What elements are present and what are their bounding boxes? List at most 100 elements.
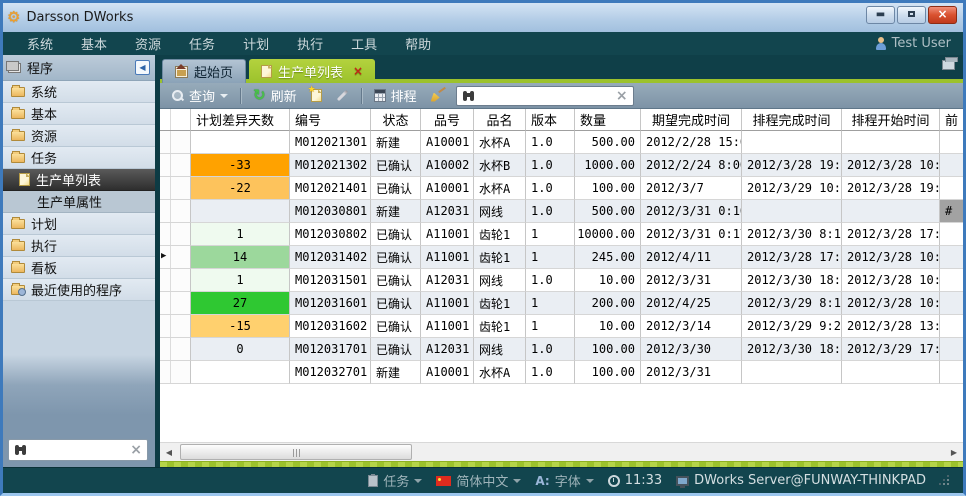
cell-expected-finish-time[interactable]: 2012/3/31 0:17 bbox=[641, 223, 742, 246]
cell-expected-finish-time[interactable]: 2012/3/14 bbox=[641, 315, 742, 338]
sidebar-item-4[interactable]: 生产单列表 bbox=[3, 169, 155, 191]
column-header-quantity[interactable]: 数量 bbox=[575, 109, 641, 131]
cell-extra[interactable] bbox=[940, 246, 963, 269]
cell-quantity[interactable]: 1000.00 bbox=[575, 154, 641, 177]
cell-item-name[interactable]: 齿轮1 bbox=[474, 246, 526, 269]
column-header-version[interactable]: 版本 bbox=[526, 109, 575, 131]
tab-overflow-icon[interactable] bbox=[942, 60, 955, 70]
table-row[interactable]: 27M012031601已确认A11001齿轮11200.002012/4/25… bbox=[160, 292, 963, 315]
minimize-button[interactable]: ▬ bbox=[866, 6, 895, 24]
cell-extra[interactable] bbox=[940, 315, 963, 338]
cell-schedule-finish-time[interactable]: 2012/3/29 10:20 bbox=[742, 177, 842, 200]
cell-quantity[interactable]: 100.00 bbox=[575, 338, 641, 361]
sidebar-item-5[interactable]: 生产单属性 bbox=[3, 191, 155, 213]
cell-order-no[interactable]: M012031402 bbox=[290, 246, 371, 269]
sidebar-item-3[interactable]: 任务 bbox=[3, 147, 155, 169]
cell-plan-diff-days[interactable]: 1 bbox=[191, 223, 290, 246]
refresh-button[interactable]: ↻ 刷新 bbox=[249, 84, 301, 107]
cell-order-no[interactable]: M012031501 bbox=[290, 269, 371, 292]
column-header-order-no[interactable]: 编号 bbox=[290, 109, 371, 131]
cell-item-name[interactable]: 水杯A bbox=[474, 361, 526, 384]
cell-item-no[interactable]: A10001 bbox=[421, 177, 474, 200]
cell-item-no[interactable]: A11001 bbox=[421, 315, 474, 338]
horizontal-scrollbar[interactable]: ◀ ▶ bbox=[160, 442, 963, 461]
cell-schedule-finish-time[interactable]: 2012/3/29 9:20 bbox=[742, 315, 842, 338]
cell-schedule-start-time[interactable] bbox=[842, 361, 940, 384]
cell-item-no[interactable]: A10002 bbox=[421, 154, 474, 177]
cell-schedule-finish-time[interactable] bbox=[742, 200, 842, 223]
cell-expected-finish-time[interactable]: 2012/3/7 bbox=[641, 177, 742, 200]
sidebar-item-7[interactable]: 执行 bbox=[3, 235, 155, 257]
cell-extra[interactable] bbox=[940, 177, 963, 200]
cell-version[interactable]: 1.0 bbox=[526, 361, 575, 384]
cell-expected-finish-time[interactable]: 2012/3/30 bbox=[641, 338, 742, 361]
cell-plan-diff-days[interactable]: -22 bbox=[191, 177, 290, 200]
column-header-row-header[interactable] bbox=[160, 109, 191, 131]
cell-extra[interactable] bbox=[940, 292, 963, 315]
cell-version[interactable]: 1.0 bbox=[526, 338, 575, 361]
cell-version[interactable]: 1 bbox=[526, 246, 575, 269]
status-language-dropdown[interactable]: 简体中文 bbox=[436, 471, 521, 490]
table-search-input[interactable] bbox=[480, 88, 612, 104]
sidebar-search-input[interactable] bbox=[28, 442, 130, 458]
sidebar-item-8[interactable]: 看板 bbox=[3, 257, 155, 279]
cell-item-no[interactable]: A12031 bbox=[421, 269, 474, 292]
cell-order-no[interactable]: M012031701 bbox=[290, 338, 371, 361]
cell-version[interactable]: 1 bbox=[526, 315, 575, 338]
tab-production-order-list[interactable]: 生产单列表 × bbox=[249, 59, 375, 83]
cell-plan-diff-days[interactable]: -33 bbox=[191, 154, 290, 177]
cell-quantity[interactable]: 10000.00 bbox=[575, 223, 641, 246]
cell-extra[interactable] bbox=[940, 131, 963, 154]
cell-plan-diff-days[interactable]: 14 bbox=[191, 246, 290, 269]
cell-row-header[interactable] bbox=[160, 338, 191, 361]
cell-status[interactable]: 新建 bbox=[371, 200, 421, 223]
user-indicator[interactable]: Test User bbox=[875, 36, 951, 51]
cell-quantity[interactable]: 10.00 bbox=[575, 315, 641, 338]
table-search-clear-icon[interactable]: × bbox=[616, 89, 628, 103]
cell-schedule-start-time[interactable]: 2012/3/29 17:46 bbox=[842, 338, 940, 361]
cell-schedule-start-time[interactable]: 2012/3/28 19:10 bbox=[842, 177, 940, 200]
cell-expected-finish-time[interactable]: 2012/2/28 15:00 bbox=[641, 131, 742, 154]
clear-button[interactable] bbox=[427, 87, 450, 105]
column-header-schedule-finish-time[interactable]: 排程完成时间 bbox=[742, 109, 842, 131]
sidebar-collapse-button[interactable]: ◀ bbox=[135, 60, 150, 75]
sidebar-item-6[interactable]: 计划 bbox=[3, 213, 155, 235]
cell-schedule-finish-time[interactable]: 2012/3/28 17:13 bbox=[742, 246, 842, 269]
cell-extra[interactable] bbox=[940, 338, 963, 361]
cell-item-no[interactable]: A11001 bbox=[421, 292, 474, 315]
table-row[interactable]: M012030801新建A12031网线1.0500.002012/3/31 0… bbox=[160, 200, 963, 223]
cell-extra[interactable]: # bbox=[940, 200, 963, 223]
cell-expected-finish-time[interactable]: 2012/3/31 0:10 bbox=[641, 200, 742, 223]
column-header-item-no[interactable]: 品号 bbox=[421, 109, 474, 131]
cell-status[interactable]: 新建 bbox=[371, 361, 421, 384]
cell-item-name[interactable]: 齿轮1 bbox=[474, 292, 526, 315]
cell-expected-finish-time[interactable]: 2012/3/31 bbox=[641, 269, 742, 292]
cell-item-no[interactable]: A11001 bbox=[421, 223, 474, 246]
cell-row-header[interactable] bbox=[160, 223, 191, 246]
cell-plan-diff-days[interactable]: 1 bbox=[191, 269, 290, 292]
cell-schedule-finish-time[interactable]: 2012/3/28 19:10 bbox=[742, 154, 842, 177]
tab-close-icon[interactable]: × bbox=[353, 64, 363, 78]
cell-schedule-start-time[interactable] bbox=[842, 200, 940, 223]
cell-item-no[interactable]: A12031 bbox=[421, 338, 474, 361]
menu-item-7[interactable]: 帮助 bbox=[391, 32, 445, 55]
cell-status[interactable]: 新建 bbox=[371, 131, 421, 154]
column-header-item-name[interactable]: 品名 bbox=[474, 109, 526, 131]
table-row[interactable]: -15M012031602已确认A11001齿轮1110.002012/3/14… bbox=[160, 315, 963, 338]
cell-schedule-start-time[interactable]: 2012/3/28 17:13 bbox=[842, 223, 940, 246]
query-button[interactable]: 查询 bbox=[168, 84, 232, 107]
cell-row-header[interactable] bbox=[160, 154, 191, 177]
cell-plan-diff-days[interactable]: -15 bbox=[191, 315, 290, 338]
cell-row-header[interactable] bbox=[160, 200, 191, 223]
cell-row-header[interactable] bbox=[160, 269, 191, 292]
sidebar-item-2[interactable]: 资源 bbox=[3, 125, 155, 147]
cell-quantity[interactable]: 245.00 bbox=[575, 246, 641, 269]
cell-version[interactable]: 1 bbox=[526, 292, 575, 315]
cell-schedule-start-time[interactable]: 2012/3/28 10:52 bbox=[842, 292, 940, 315]
cell-plan-diff-days[interactable] bbox=[191, 200, 290, 223]
menu-item-5[interactable]: 执行 bbox=[283, 32, 337, 55]
cell-plan-diff-days[interactable] bbox=[191, 131, 290, 154]
cell-order-no[interactable]: M012021301 bbox=[290, 131, 371, 154]
cell-status[interactable]: 已确认 bbox=[371, 177, 421, 200]
cell-order-no[interactable]: M012021302 bbox=[290, 154, 371, 177]
